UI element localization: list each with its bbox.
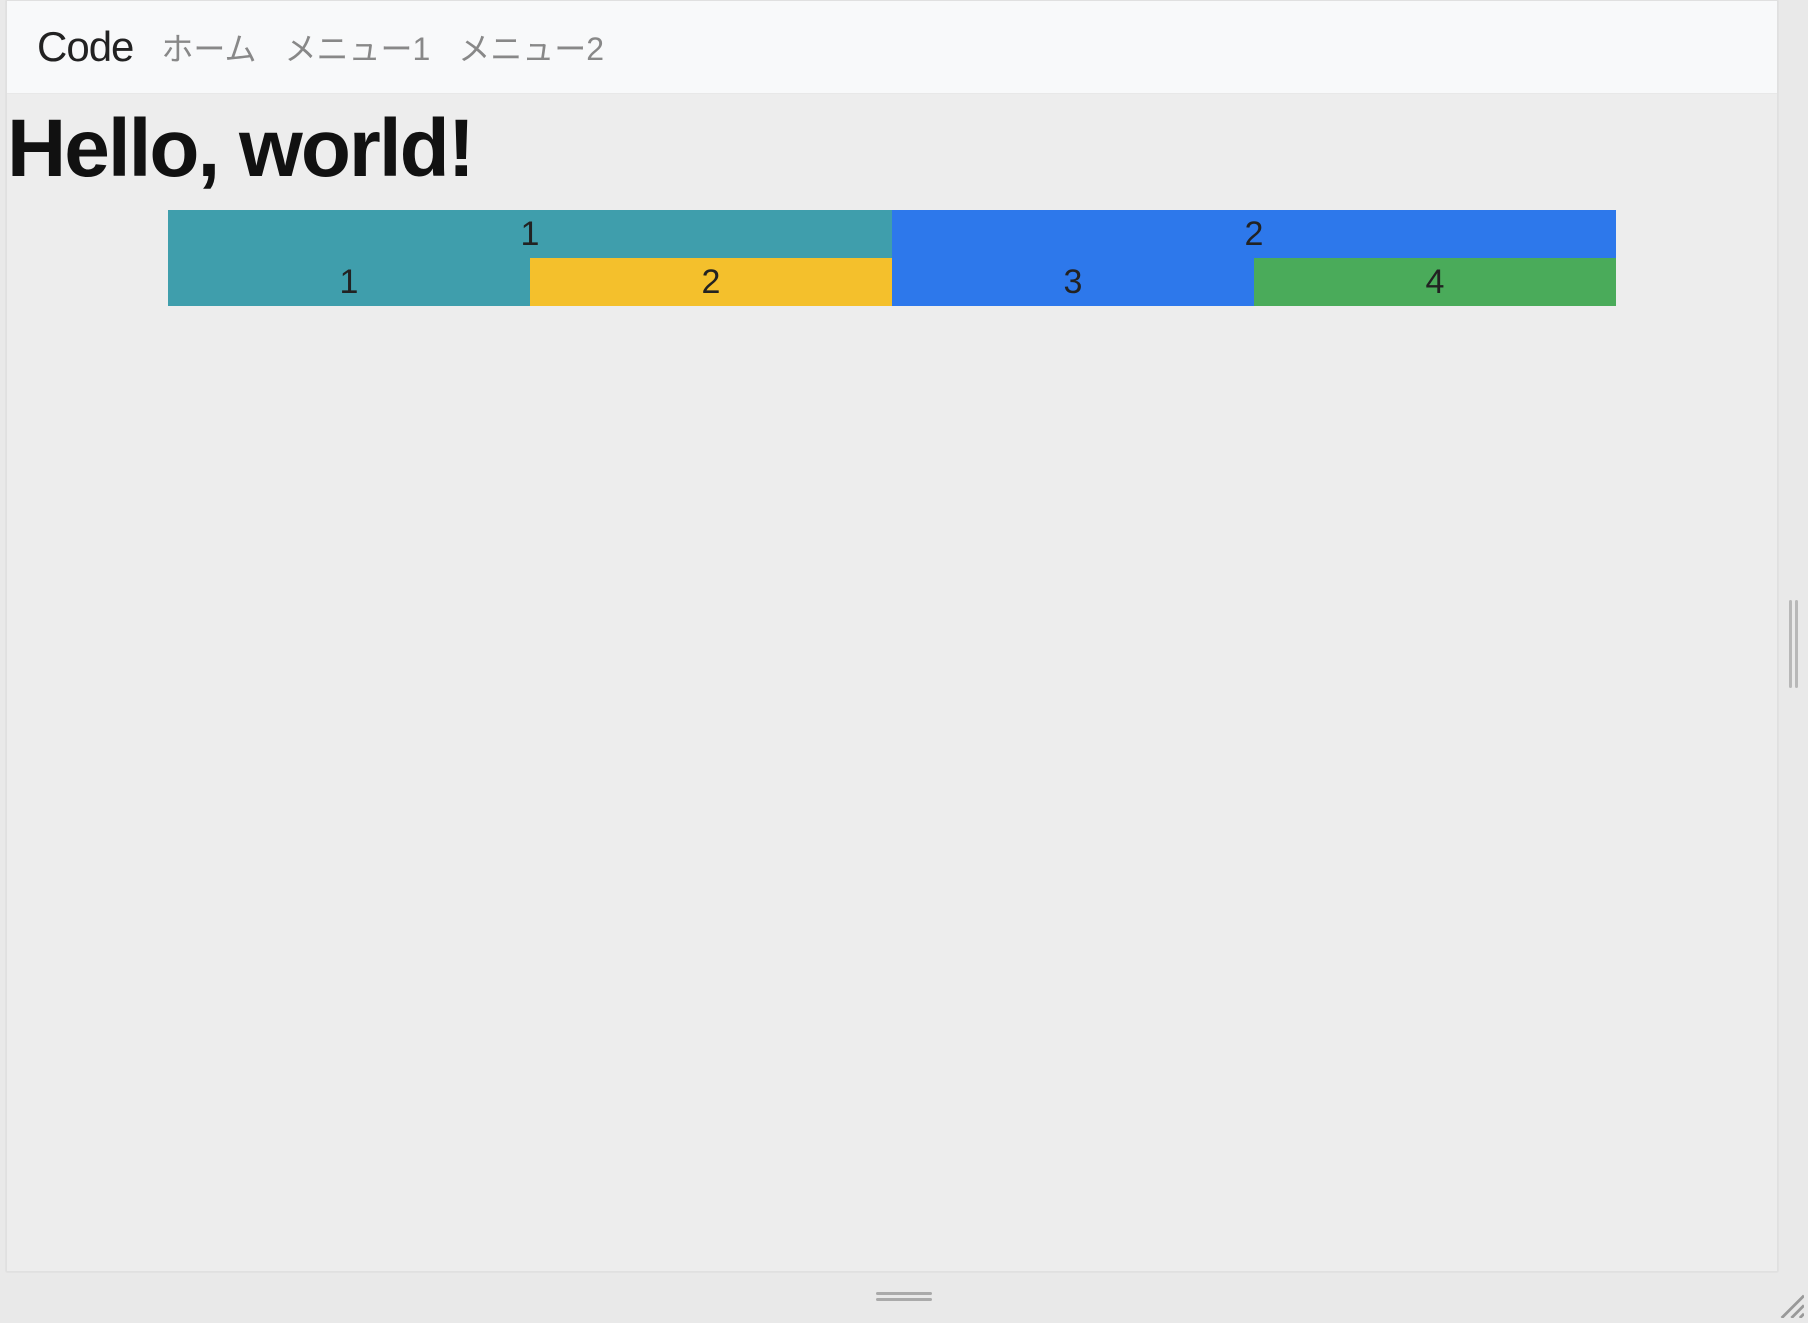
horizontal-drag-handle-icon[interactable] <box>876 1292 932 1304</box>
page-title: Hello, world! <box>7 94 1777 210</box>
grid-cell-r2c3: 3 <box>892 258 1254 306</box>
nav-link-menu1[interactable]: メニュー1 <box>284 24 430 70</box>
nav-link-home[interactable]: ホーム <box>161 24 256 70</box>
grid-cell-r2c4: 4 <box>1254 258 1616 306</box>
vertical-scrollbar[interactable] <box>1786 600 1800 688</box>
grid-row-1: 1 2 <box>168 210 1616 258</box>
grid-cell-r1c2: 2 <box>892 210 1616 258</box>
grid-cell-r1c1: 1 <box>168 210 892 258</box>
grid-cell-r2c1: 1 <box>168 258 530 306</box>
grid-container: 1 2 1 2 3 4 <box>168 210 1616 306</box>
resize-grip-icon[interactable] <box>1776 1290 1804 1318</box>
grid-cell-r2c2: 2 <box>530 258 892 306</box>
navbar: Code ホーム メニュー1 メニュー2 <box>7 1 1777 94</box>
brand[interactable]: Code <box>37 23 133 71</box>
grid-row-2: 1 2 3 4 <box>168 258 1616 306</box>
preview-frame: Code ホーム メニュー1 メニュー2 Hello, world! 1 2 1… <box>6 0 1778 1272</box>
nav-link-menu2[interactable]: メニュー2 <box>458 24 604 70</box>
